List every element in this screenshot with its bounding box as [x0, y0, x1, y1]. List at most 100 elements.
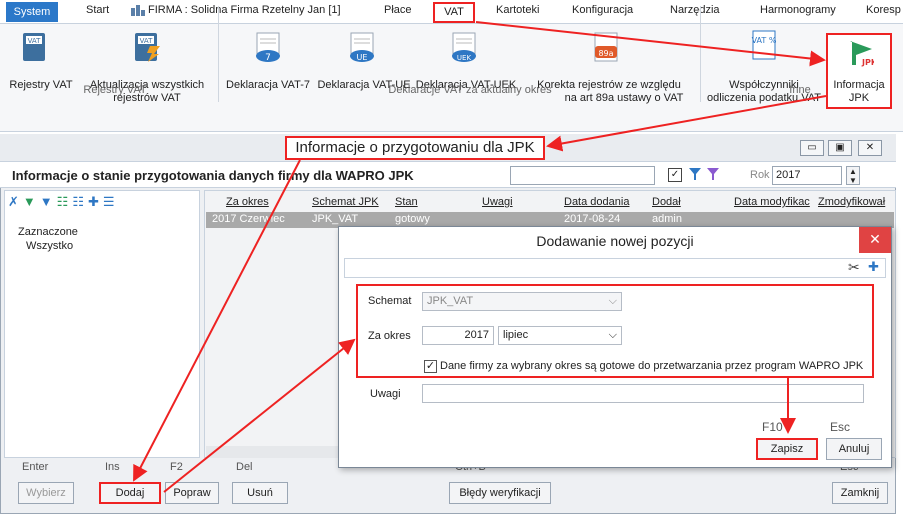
cell-dodal: admin — [652, 213, 682, 225]
window-title: Informacje o przygotowaniu dla JPK — [285, 136, 545, 160]
menu-start[interactable]: Start — [86, 4, 109, 16]
tree2-icon[interactable]: ☷ — [72, 194, 84, 210]
deklaracja-vatuek-icon: UEK — [450, 32, 478, 62]
deklaracja-vat7-icon: 7 — [254, 32, 282, 63]
filter-item-wszystko[interactable]: Wszystko — [26, 240, 73, 252]
dialog-title: Dodawanie nowej pozycji — [536, 233, 694, 249]
svg-text:VAT: VAT — [140, 37, 154, 45]
cell-schemat: JPK_VAT — [312, 213, 359, 225]
filter-icon[interactable] — [688, 167, 702, 184]
svg-text:VAT: VAT — [28, 37, 42, 45]
chevron-down-icon: ⌵ — [608, 329, 617, 341]
menu-koresp[interactable]: Koresp — [866, 4, 901, 16]
maximize-button[interactable]: ▣ — [828, 140, 852, 156]
close-window-button[interactable]: ✕ — [858, 140, 882, 156]
schemat-select[interactable]: JPK_VAT ⌵ — [422, 292, 622, 311]
vatue-badge: UE — [357, 53, 368, 62]
usun-button[interactable]: Usuń — [232, 482, 288, 504]
minimize-button[interactable]: ▭ — [800, 140, 824, 156]
zapisz-button[interactable]: Zapisz — [756, 438, 818, 460]
filter-edit-icon[interactable]: ▼ — [40, 194, 53, 210]
aktualizacja-icon: VAT — [132, 32, 160, 62]
korekta-89a-icon: 89a — [592, 32, 620, 62]
korekta-89a-badge: 89a — [598, 49, 613, 58]
menu-harmonogramy[interactable]: Harmonogramy — [760, 4, 836, 16]
filter-remove-icon[interactable]: ✗ — [8, 194, 19, 210]
column-header-schemat[interactable]: Schemat JPK — [312, 196, 379, 208]
key-ins: Ins — [105, 461, 120, 473]
horizontal-scrollbar[interactable] — [206, 446, 340, 458]
anuluj-button[interactable]: Anuluj — [826, 438, 882, 460]
year-field[interactable]: 2017 — [422, 326, 494, 345]
uwagi-label: Uwagi — [370, 388, 401, 400]
popraw-button[interactable]: Popraw — [165, 482, 219, 504]
wspolczynniki-icon: VAT % — [750, 30, 778, 60]
column-header-data-modyfikacji[interactable]: Data modyfikac — [734, 196, 810, 208]
ribbon-separator — [218, 6, 219, 102]
window-header-title: Informacje o stanie przygotowania danych… — [12, 168, 414, 183]
schemat-value: JPK_VAT — [427, 295, 474, 307]
key-enter: Enter — [22, 461, 49, 473]
deklaracja-vatue-icon: UE — [348, 32, 376, 62]
menu-place[interactable]: Płace — [384, 4, 412, 16]
month-select[interactable]: lipiec ⌵ — [498, 326, 622, 345]
schemat-label: Schemat — [368, 295, 412, 307]
za-okres-label: Za okres — [368, 330, 411, 342]
menu-narzedzia[interactable]: Narzędzia — [670, 4, 720, 16]
bledy-weryfikacji-button[interactable]: Błędy weryfikacji — [449, 482, 551, 504]
menu-firma[interactable]: FIRMA : Solidna Firma Rzetelny Jan [1] — [148, 4, 341, 16]
gotowe-checkbox-label: Dane firmy za wybrany okres są gotowe do… — [440, 360, 864, 372]
group-inne: Inne — [789, 84, 811, 96]
wspolczynniki-badge: VAT % — [752, 36, 777, 45]
menu-konfiguracja[interactable]: Konfiguracja — [572, 4, 633, 16]
filter-checkbox[interactable]: ✓ — [668, 168, 682, 182]
filter-item-zaznaczone[interactable]: Zaznaczone — [18, 226, 78, 238]
menu-system[interactable]: System — [6, 2, 58, 22]
dialog-toolbar — [344, 258, 886, 278]
column-header-dodal[interactable]: Dodał — [652, 196, 681, 208]
cell-stan: gotowy — [395, 213, 430, 225]
search-input[interactable] — [510, 166, 655, 185]
rok-field[interactable]: 2017 — [772, 166, 842, 185]
filter-toolbar: ✗ ▼ ▼ ☷ ☷ ✚ ☰ — [8, 194, 115, 210]
esc-key: Esc — [830, 420, 851, 434]
group-rejestry-vat: Rejestry VAT — [83, 84, 147, 96]
tree-icon[interactable]: ☷ — [57, 194, 69, 210]
wybierz-button[interactable]: Wybierz — [18, 482, 74, 504]
rok-spinner[interactable]: ▲ ▼ — [846, 166, 860, 185]
column-header-uwagi[interactable]: Uwagi — [482, 196, 513, 208]
rok-label: Rok — [750, 169, 770, 181]
month-value: lipiec — [503, 329, 529, 341]
column-header-stan[interactable]: Stan — [395, 196, 418, 208]
vat7-badge: 7 — [265, 53, 271, 63]
list-icon[interactable]: ☰ — [103, 194, 115, 210]
dodaj-button[interactable]: Dodaj — [99, 482, 161, 504]
informacja-jpk-button[interactable]: JPK Informacja JPK — [826, 33, 892, 109]
cell-za-okres: 2017 Czerwiec — [212, 213, 285, 225]
dialog-close-button[interactable]: ✕ — [859, 227, 891, 253]
filter-clear-icon[interactable] — [706, 167, 720, 184]
scissors-icon[interactable]: ✂ — [848, 259, 860, 276]
rejestry-vat-icon: VAT — [20, 32, 48, 61]
pin-icon[interactable]: ✚ — [868, 259, 879, 275]
filter-add-icon[interactable]: ▼ — [23, 194, 36, 210]
key-del: Del — [236, 461, 253, 473]
menu-kartoteki[interactable]: Kartoteki — [496, 4, 539, 16]
menu-vat[interactable]: VAT — [433, 2, 475, 23]
column-header-data-dodania[interactable]: Data dodania — [564, 196, 629, 208]
gotowe-checkbox[interactable]: ✓ — [424, 360, 437, 373]
vatuek-badge: UEK — [457, 54, 472, 62]
zamknij-button[interactable]: Zamknij — [832, 482, 888, 504]
group-deklaracje: Deklaracje VAT za aktualny okres — [388, 84, 552, 96]
column-header-za-okres[interactable]: Za okres — [226, 196, 269, 208]
cell-data-dodania: 2017-08-24 — [564, 213, 621, 225]
jpk-badge: JPK — [861, 58, 874, 67]
firma-icon — [130, 4, 146, 16]
jpk-flag-icon: JPK — [846, 39, 878, 70]
key-f2: F2 — [170, 461, 183, 473]
chevron-down-icon: ⌵ — [608, 295, 617, 307]
uwagi-input[interactable] — [422, 384, 864, 403]
pin-icon[interactable]: ✚ — [88, 194, 99, 210]
column-header-zmodyfikowal[interactable]: Zmodyfikował — [818, 196, 885, 208]
f10-key: F10 — [762, 420, 783, 434]
